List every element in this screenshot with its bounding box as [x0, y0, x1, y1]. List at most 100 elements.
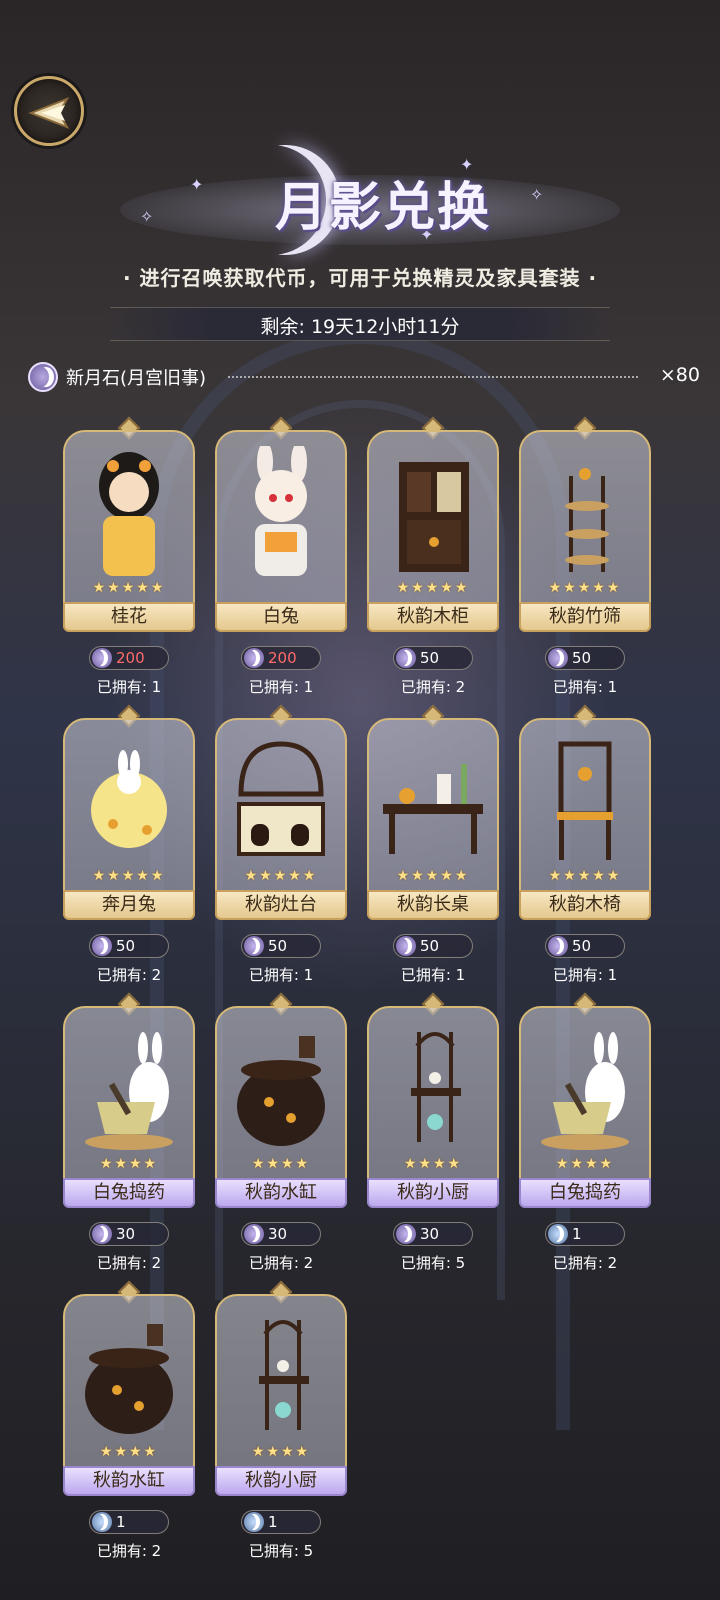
price-tag[interactable]: 1: [241, 1510, 321, 1534]
exchange-item-card[interactable]: ★★★★ 秋韵小厨 1 已拥有: 5: [215, 1280, 347, 1564]
rarity-stars: ★★★★: [99, 1156, 159, 1172]
currency-amount: ×80: [659, 364, 700, 386]
rarity-stars: ★★★★: [251, 1156, 311, 1172]
rarity-stars: ★★★★★: [396, 580, 470, 596]
price-tag[interactable]: 200: [241, 646, 321, 670]
exchange-item-card[interactable]: ★★★★ 秋韵小厨 30 已拥有: 5: [367, 992, 499, 1276]
price-tag[interactable]: 30: [89, 1222, 169, 1246]
item-name: 秋韵小厨: [367, 1178, 499, 1208]
owned-count: 已拥有: 1: [96, 678, 162, 696]
item-name: 秋韵长桌: [367, 890, 499, 920]
crescent-stone-icon: [396, 936, 416, 956]
owned-count: 已拥有: 5: [248, 1542, 314, 1560]
dotted-divider: [228, 376, 638, 378]
small-kitchen-icon: [377, 1022, 489, 1152]
rarity-stars: ★★★★★: [396, 868, 470, 884]
exchange-item-card[interactable]: ★★★★★ 秋韵长桌 50 已拥有: 1: [367, 704, 499, 988]
owned-count: 已拥有: 2: [96, 1542, 162, 1560]
owned-count: 已拥有: 2: [96, 1254, 162, 1272]
item-name: 秋韵水缸: [63, 1466, 195, 1496]
crescent-stone-icon: [548, 936, 568, 956]
owned-count: 已拥有: 1: [248, 678, 314, 696]
exchange-item-card[interactable]: ★★★★ 白兔捣药 30 已拥有: 2: [63, 992, 195, 1276]
butterfly-icon: ✦: [190, 175, 204, 194]
exchange-item-card[interactable]: ★★★★★ 秋韵木柜 50 已拥有: 2: [367, 416, 499, 700]
item-name: 白兔捣药: [63, 1178, 195, 1208]
price-value: 50: [116, 937, 136, 955]
crescent-stone-icon: [548, 648, 568, 668]
exchange-item-card[interactable]: 白兔 200 已拥有: 1: [215, 416, 347, 700]
time-remaining-bar: 剩余: 19天12小时11分: [110, 307, 610, 341]
price-tag[interactable]: 50: [545, 934, 625, 958]
price-value: 50: [268, 937, 288, 955]
item-name: 桂花: [63, 602, 195, 632]
rarity-stars: ★★★★★: [548, 580, 622, 596]
price-value: 200: [268, 649, 297, 667]
crescent-stone-icon: [92, 1512, 112, 1532]
owned-count: 已拥有: 1: [248, 966, 314, 984]
rabbit-mortar-icon: [73, 1022, 185, 1152]
rarity-stars: ★★★★★: [92, 868, 166, 884]
cabinet-icon: [377, 446, 489, 576]
back-button[interactable]: [14, 76, 84, 146]
owned-count: 已拥有: 1: [552, 966, 618, 984]
rabbit-mortar-icon: [529, 1022, 641, 1152]
owned-count: 已拥有: 5: [400, 1254, 466, 1272]
price-value: 30: [268, 1225, 288, 1243]
owned-count: 已拥有: 1: [400, 966, 466, 984]
exchange-item-card[interactable]: ★★★★★ 桂花 200 已拥有: 1: [63, 416, 195, 700]
currency-name: 新月石(月宫旧事): [66, 368, 207, 389]
crescent-stone-icon: [28, 362, 58, 392]
rarity-stars: ★★★★★: [548, 868, 622, 884]
item-name: 奔月兔: [63, 890, 195, 920]
item-name: 秋韵小厨: [215, 1466, 347, 1496]
crescent-stone-icon: [396, 1224, 416, 1244]
exchange-item-card[interactable]: ★★★★★ 秋韵灶台 50 已拥有: 1: [215, 704, 347, 988]
price-tag[interactable]: 50: [545, 646, 625, 670]
exchange-item-card[interactable]: ★★★★ 白兔捣药 1 已拥有: 2: [519, 992, 651, 1276]
exchange-item-card[interactable]: ★★★★ 秋韵水缸 30 已拥有: 2: [215, 992, 347, 1276]
exchange-item-card[interactable]: ★★★★★ 秋韵木椅 50 已拥有: 1: [519, 704, 651, 988]
long-table-icon: [377, 734, 489, 864]
crescent-stone-icon: [244, 648, 264, 668]
butterfly-icon: ✧: [140, 207, 154, 226]
time-remaining-text: 剩余: 19天12小时11分: [260, 316, 460, 338]
exchange-item-card[interactable]: ★★★★★ 秋韵竹筛 50 已拥有: 1: [519, 416, 651, 700]
item-name: 秋韵木椅: [519, 890, 651, 920]
exchange-item-card[interactable]: ★★★★★ 奔月兔 50 已拥有: 2: [63, 704, 195, 988]
rarity-stars: ★★★★: [403, 1156, 463, 1172]
price-tag[interactable]: 30: [393, 1222, 473, 1246]
price-tag[interactable]: 200: [89, 646, 169, 670]
owned-count: 已拥有: 1: [552, 678, 618, 696]
owned-count: 已拥有: 2: [96, 966, 162, 984]
water-jar-icon: [73, 1310, 185, 1440]
crescent-stone-icon: [244, 1224, 264, 1244]
price-tag[interactable]: 50: [393, 934, 473, 958]
price-tag[interactable]: 1: [545, 1222, 625, 1246]
price-tag[interactable]: 30: [241, 1222, 321, 1246]
wooden-chair-icon: [529, 734, 641, 864]
price-value: 1: [572, 1225, 582, 1243]
price-tag[interactable]: 50: [241, 934, 321, 958]
currency-row: 新月石(月宫旧事) ×80: [28, 360, 700, 394]
price-tag[interactable]: 1: [89, 1510, 169, 1534]
bamboo-rack-icon: [529, 446, 641, 576]
exchange-item-card[interactable]: ★★★★ 秋韵水缸 1 已拥有: 2: [63, 1280, 195, 1564]
rarity-stars: ★★★★: [251, 1444, 311, 1460]
rarity-stars: ★★★★★: [92, 580, 166, 596]
item-name: 白兔捣药: [519, 1178, 651, 1208]
owned-count: 已拥有: 2: [552, 1254, 618, 1272]
price-value: 1: [116, 1513, 126, 1531]
price-value: 1: [268, 1513, 278, 1531]
item-name: 秋韵水缸: [215, 1178, 347, 1208]
price-tag[interactable]: 50: [393, 646, 473, 670]
crescent-stone-icon: [548, 1224, 568, 1244]
butterfly-icon: ✧: [530, 185, 544, 204]
price-tag[interactable]: 50: [89, 934, 169, 958]
rarity-stars: ★★★★: [99, 1444, 159, 1460]
price-value: 50: [572, 937, 592, 955]
item-name: 秋韵竹筛: [519, 602, 651, 632]
girl-figure-icon: [73, 446, 185, 576]
price-value: 200: [116, 649, 145, 667]
bunny-girl-icon: [225, 442, 337, 576]
